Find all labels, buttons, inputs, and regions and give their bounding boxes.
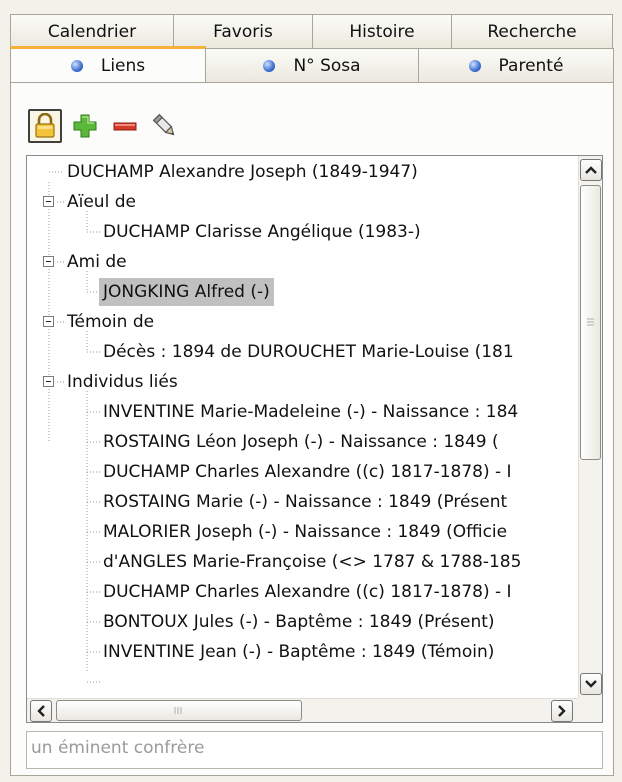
tab-recherche[interactable]: Recherche [451,14,613,48]
bullet-icon [70,59,83,72]
tab-parente[interactable]: Parenté [418,48,614,82]
horizontal-scroll-thumb[interactable] [56,700,302,721]
tree-item[interactable]: INVENTINE Jean (-) - Baptême : 1849 (Tém… [103,638,494,666]
bottom-tab-row: Liens N° Sosa Parenté [10,46,614,82]
tree-item[interactable]: MALORIER Joseph (-) - Naissance : 1849 (… [103,518,507,546]
tree-item[interactable]: INVENTINE Marie-Madeleine (-) - Naissanc… [103,398,518,426]
vertical-scroll-thumb[interactable] [580,185,601,460]
tab-liens[interactable]: Liens [10,46,206,82]
horizontal-scrollbar[interactable] [27,698,602,722]
lock-button[interactable] [28,109,62,143]
tab-label: Recherche [487,21,577,42]
remove-link-button[interactable] [108,109,142,143]
tab-label: N° Sosa [293,55,361,76]
tree-item[interactable]: DUCHAMP Charles Alexandre ((c) 1817-1878… [103,578,512,606]
tree-item[interactable]: DUCHAMP Clarisse Angélique (1983-) [103,218,421,246]
bullet-icon [468,59,481,72]
collapse-toggle[interactable] [43,316,54,327]
links-tree[interactable]: DUCHAMP Alexandre Joseph (1849-1947) Aïe… [26,155,603,723]
minus-icon [113,122,137,131]
tab-content: DUCHAMP Alexandre Joseph (1849-1947) Aïe… [10,82,614,776]
tree-group-individus[interactable]: Individus liés [67,368,178,396]
lock-icon [35,113,55,138]
scroll-down-button[interactable] [580,673,602,695]
tree-group-aieul[interactable]: Aïeul de [67,188,136,216]
top-tab-row: Calendrier Favoris Histoire Recherche [10,14,613,48]
tree-item[interactable]: BONTOUX Jules (-) - Baptême : 1849 (Prés… [103,608,495,636]
tab-label: Calendrier [47,21,137,42]
tree-group-temoin[interactable]: Témoin de [67,308,154,336]
tab-sosa[interactable]: N° Sosa [205,48,419,82]
grip-icon [587,318,594,326]
tab-calendrier[interactable]: Calendrier [10,14,174,48]
tab-label: Liens [100,55,146,76]
collapse-toggle[interactable] [43,256,54,267]
tree-item[interactable]: Décès : 1894 de DUROUCHET Marie-Louise (… [103,338,514,366]
scroll-right-button[interactable] [551,700,573,722]
chevron-left-icon [37,705,45,717]
collapse-toggle[interactable] [43,196,54,207]
tab-label: Favoris [213,21,273,42]
edit-link-button[interactable] [148,109,182,143]
tab-label: Parenté [498,55,564,76]
tab-label: Histoire [349,21,415,42]
links-panel: Calendrier Favoris Histoire Recherche Li… [0,0,622,782]
tab-histoire[interactable]: Histoire [312,14,452,48]
grip-icon [174,707,182,714]
pencil-icon [152,113,175,136]
plus-icon [73,114,97,138]
vertical-scrollbar[interactable] [578,156,602,699]
chevron-right-icon [558,705,566,717]
link-note-field[interactable]: un éminent confrère [26,731,603,769]
scrollbar-corner [578,698,602,722]
tree-item-selected[interactable]: JONGKING Alfred (-) [99,278,274,306]
chevron-down-icon [585,680,597,688]
tab-favoris[interactable]: Favoris [173,14,313,48]
scroll-left-button[interactable] [30,700,52,722]
toolbar [28,109,188,143]
tree-item[interactable]: d'ANGLES Marie-Françoise (<> 1787 & 1788… [103,548,521,576]
collapse-toggle[interactable] [43,376,54,387]
bullet-icon [263,59,276,72]
add-link-button[interactable] [68,109,102,143]
tree-item[interactable]: ROSTAING Marie (-) - Naissance : 1849 (P… [103,488,507,516]
tree-item[interactable]: ROSTAING Léon Joseph (-) - Naissance : 1… [103,428,499,456]
chevron-up-icon [585,166,597,174]
tree-root-item[interactable]: DUCHAMP Alexandre Joseph (1849-1947) [67,158,418,186]
tree-group-ami[interactable]: Ami de [67,248,127,276]
tree-item[interactable]: DUCHAMP Charles Alexandre ((c) 1817-1878… [103,458,512,486]
scroll-up-button[interactable] [580,159,602,181]
